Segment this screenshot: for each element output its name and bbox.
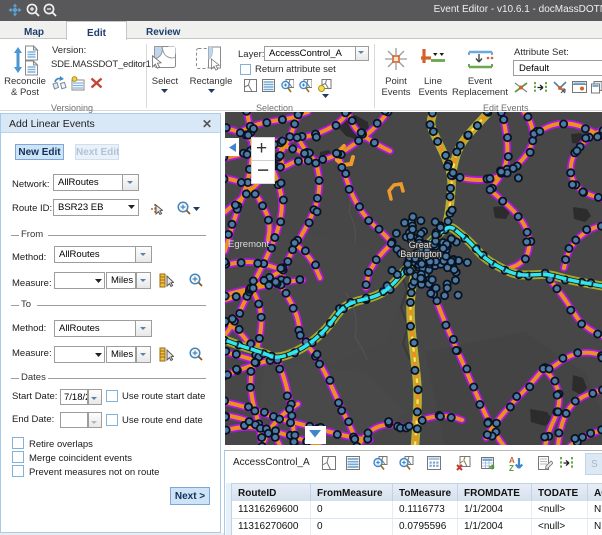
svg-text:Egremont: Egremont (228, 239, 270, 250)
svg-text:Barrington: Barrington (400, 249, 442, 259)
svg-text:Z: Z (509, 464, 514, 471)
